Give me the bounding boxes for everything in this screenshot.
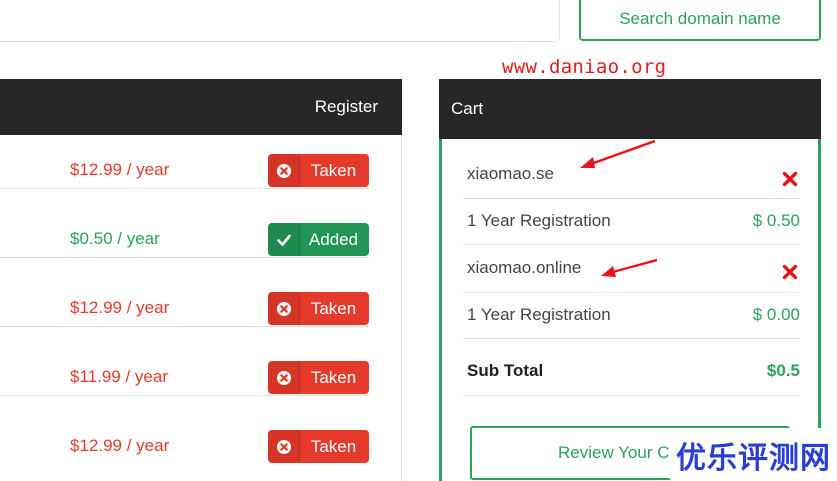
register-column-header: Register: [314, 97, 378, 116]
cart-item-term-label: 1 Year Registration: [467, 305, 611, 324]
circle-x-icon: [268, 430, 300, 463]
search-domain-button-label: Search domain name: [619, 8, 781, 28]
watermark-site-name: 优乐评测网: [670, 428, 837, 481]
cart-item-domain: xiaomao.se: [463, 150, 800, 199]
taken-button[interactable]: Taken: [268, 292, 369, 325]
subtotal-label: Sub Total: [467, 361, 544, 380]
taken-button[interactable]: Taken: [268, 154, 369, 187]
subtotal-value: $0.5: [766, 361, 800, 380]
table-row: $12.99 / year Taken: [0, 258, 369, 327]
circle-x-icon: [268, 292, 300, 325]
cart-item-domain-name: xiaomao.se: [467, 164, 554, 183]
circle-x-icon: [268, 361, 300, 394]
cart-item-term: 1 Year Registration $ 0.00: [463, 293, 800, 339]
cart-item-price: $ 0.50: [752, 211, 800, 230]
remove-item-icon[interactable]: [782, 264, 798, 280]
taken-button[interactable]: Taken: [268, 430, 369, 463]
cart-header: Cart: [439, 79, 821, 139]
added-button[interactable]: Added: [268, 223, 369, 256]
taken-button-label: Taken: [310, 160, 357, 180]
row-price: $12.99 / year: [70, 436, 170, 455]
circle-x-icon: [268, 154, 300, 187]
cart-item-term-label: 1 Year Registration: [467, 211, 611, 230]
cart-item-domain: xiaomao.online: [463, 245, 800, 293]
remove-item-icon[interactable]: [782, 171, 798, 187]
cart-item-term: 1 Year Registration $ 0.50: [463, 199, 800, 245]
cart-item-domain-name: xiaomao.online: [467, 258, 582, 277]
table-row: $11.99 / year Taken: [0, 327, 369, 396]
table-row: $12.99 / year Taken: [0, 396, 369, 465]
results-table: $12.99 / year Taken $0.50 / year Added $…: [0, 135, 402, 481]
row-price: $11.99 / year: [70, 367, 168, 386]
taken-button-label: Taken: [310, 298, 357, 318]
cart-item-price: $ 0.00: [752, 305, 800, 324]
taken-button[interactable]: Taken: [268, 361, 369, 394]
search-domain-button[interactable]: Search domain name: [579, 0, 821, 41]
row-price: $12.99 / year: [70, 160, 170, 179]
taken-button-label: Taken: [310, 436, 357, 456]
domain-search-input[interactable]: [0, 0, 560, 42]
table-row: $0.50 / year Added: [0, 189, 369, 258]
cart-title: Cart: [451, 99, 484, 118]
table-row: $12.99 / year Taken: [0, 120, 369, 189]
watermark-url: www.daniao.org: [502, 56, 667, 78]
row-price: $12.99 / year: [70, 298, 170, 317]
cart-subtotal: Sub Total $0.5: [463, 339, 800, 396]
taken-button-label: Taken: [310, 367, 357, 387]
added-button-label: Added: [308, 229, 359, 249]
checkmark-icon: [268, 223, 300, 256]
row-price: $0.50 / year: [70, 229, 160, 248]
